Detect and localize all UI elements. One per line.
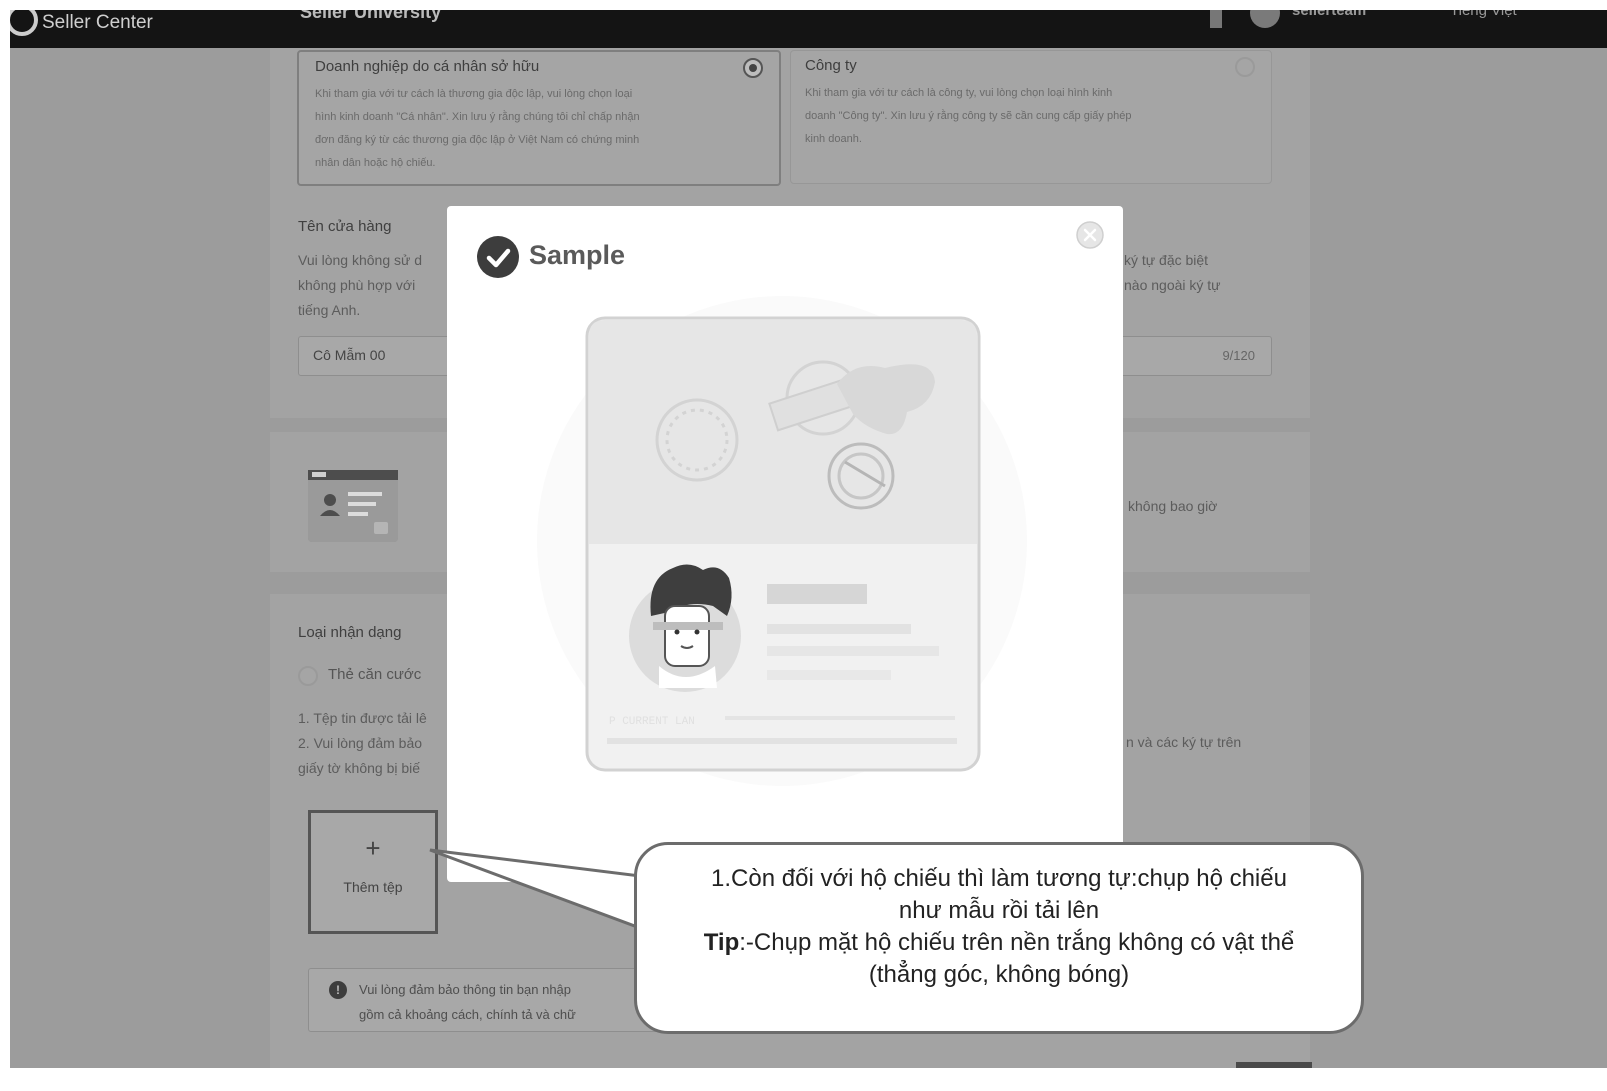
callout-tip: Tip:-Chụp mặt hộ chiếu trên nền trắng kh…: [637, 929, 1361, 957]
sample-modal: Sample P CURRENT LAN: [447, 206, 1123, 882]
user-name[interactable]: sellerteam: [1292, 10, 1366, 19]
callout-line-1: 1.Còn đối với hộ chiếu thì làm tương tự:…: [711, 865, 1287, 892]
store-name-help-left: Vui lòng không sử d không phù hợp với ti…: [298, 252, 423, 318]
id-card-radio[interactable]: [298, 666, 318, 686]
plus-icon: +: [365, 833, 381, 863]
check-circle-icon: [477, 236, 519, 278]
store-name-char-count: 9/120: [1222, 348, 1255, 363]
individual-option-desc: Khi tham gia với tư cách là thương gia đ…: [315, 88, 640, 169]
footer-submit-button[interactable]: [1236, 1062, 1312, 1068]
info-icon: !: [329, 981, 347, 999]
close-icon[interactable]: [1075, 220, 1105, 250]
language-selector[interactable]: Tiếng Việt: [1450, 10, 1517, 19]
add-file-button[interactable]: + Thêm tệp: [308, 810, 438, 934]
passport-sample-image: P CURRENT LAN: [585, 316, 981, 772]
tip-text: :-Chụp mặt hộ chiếu trên nền trắng không…: [739, 929, 1295, 956]
business-type-individual-option[interactable]: Doanh nghiệp do cá nhân sở hữu Khi tham …: [297, 50, 781, 186]
passport-mrz-label: P CURRENT LAN: [609, 716, 695, 728]
tip-label: Tip: [703, 929, 740, 956]
company-option-desc: Khi tham gia với tư cách là công ty, vui…: [805, 87, 1132, 145]
id-card-option-label[interactable]: Thẻ căn cước: [328, 666, 421, 683]
business-type-company-option[interactable]: Công ty Khi tham gia với tư cách là công…: [790, 50, 1272, 184]
callout-line-4: (thẳng góc, không bóng): [868, 961, 1130, 988]
id-card-illustration: [308, 470, 398, 542]
store-name-label: Tên cửa hàng: [298, 218, 392, 235]
id-note-right: không bao giờ: [1128, 498, 1218, 514]
modal-title: Sample: [529, 240, 626, 270]
top-bar: Seller Center Seller University sellerte…: [10, 10, 1607, 48]
instruction-callout: 1.Còn đối với hộ chiếu thì làm tương tự:…: [634, 842, 1364, 1034]
company-option-title: Công ty: [805, 57, 857, 74]
store-name-help-right: ký tự đặc biệt nào ngoài ký tự: [1124, 252, 1221, 293]
upload-rules-left: 1. Tệp tin được tải lê 2. Vui lòng đảm b…: [298, 710, 427, 776]
info-notice-text: Vui lòng đảm bảo thông tin bạn nhập gồm …: [359, 982, 576, 1022]
brand-name[interactable]: Seller Center: [42, 12, 153, 34]
id-type-label: Loại nhận dạng: [298, 624, 402, 641]
callout-line-2: như mẫu rồi tải lên: [898, 897, 1100, 924]
notification-icon[interactable]: [1210, 10, 1222, 28]
avatar[interactable]: [1250, 10, 1280, 28]
info-notice: ! Vui lòng đảm bảo thông tin bạn nhập gồ…: [308, 968, 690, 1032]
upload-rules-right: n và các ký tự trên: [1126, 734, 1242, 750]
seller-center-logo-icon: [10, 10, 38, 36]
individual-option-title: Doanh nghiệp do cá nhân sở hữu: [315, 58, 540, 75]
add-file-label: Thêm tệp: [343, 879, 403, 895]
store-name-value: Cô Mẫm 00: [313, 347, 386, 363]
individual-radio[interactable]: [743, 58, 763, 78]
seller-university-link[interactable]: Seller University: [300, 10, 441, 23]
company-radio[interactable]: [1235, 57, 1255, 77]
